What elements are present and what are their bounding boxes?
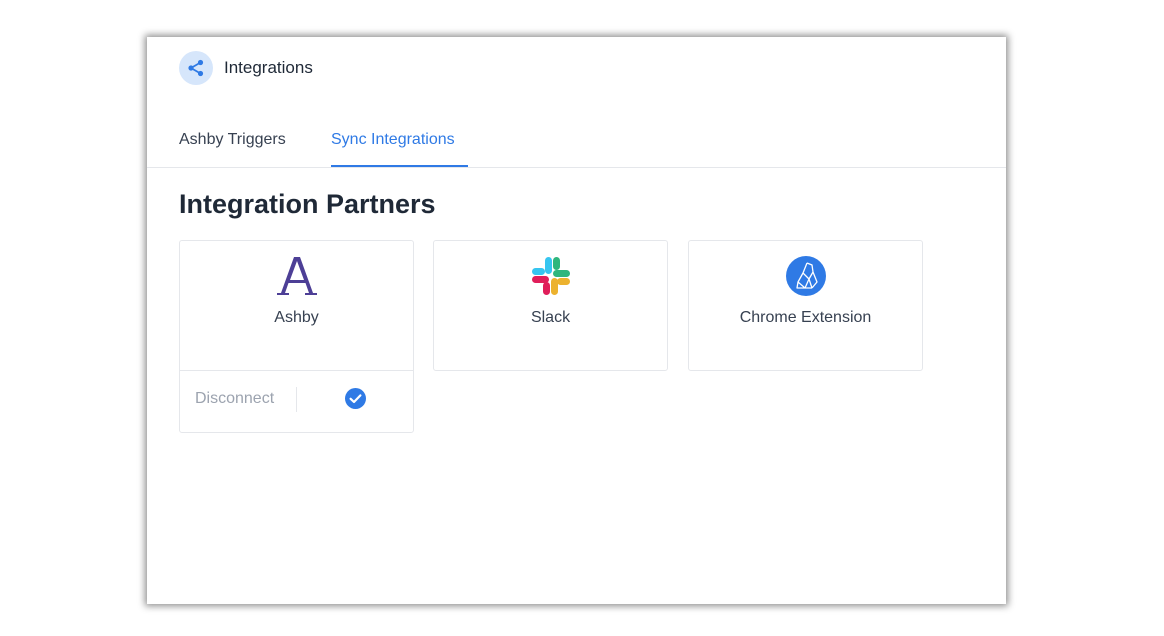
chrome-extension-logo-icon (785, 255, 827, 297)
integration-card-ashby: Ashby Disconnect (179, 240, 414, 433)
integration-card-body[interactable]: Slack (434, 241, 667, 370)
integration-card-chrome-extension[interactable]: Chrome Extension (688, 240, 923, 371)
integration-card-body[interactable]: Ashby (180, 241, 413, 370)
section-title: Integration Partners (179, 189, 436, 219)
tab-ashby-triggers[interactable]: Ashby Triggers (179, 131, 286, 167)
footer-divider (296, 387, 297, 412)
tab-bar: Ashby Triggers Sync Integrations (147, 119, 1006, 168)
page-header: Integrations (179, 51, 313, 85)
integrations-window: Integrations Ashby Triggers Sync Integra… (147, 37, 1006, 604)
integration-card-slack[interactable]: Slack (433, 240, 668, 371)
integration-card-footer: Disconnect (180, 370, 413, 432)
integration-card-body[interactable]: Chrome Extension (689, 241, 922, 370)
ashby-logo-icon (276, 255, 318, 297)
slack-logo-icon (530, 255, 572, 297)
disconnect-button[interactable]: Disconnect (195, 390, 274, 408)
connected-check-icon (345, 388, 366, 409)
integration-card-name: Slack (530, 309, 571, 326)
integration-card-name: Chrome Extension (739, 309, 872, 326)
share-icon (179, 51, 213, 85)
page-title: Integrations (224, 58, 313, 77)
integration-card-name: Ashby (274, 309, 319, 326)
tab-sync-integrations[interactable]: Sync Integrations (331, 131, 468, 167)
